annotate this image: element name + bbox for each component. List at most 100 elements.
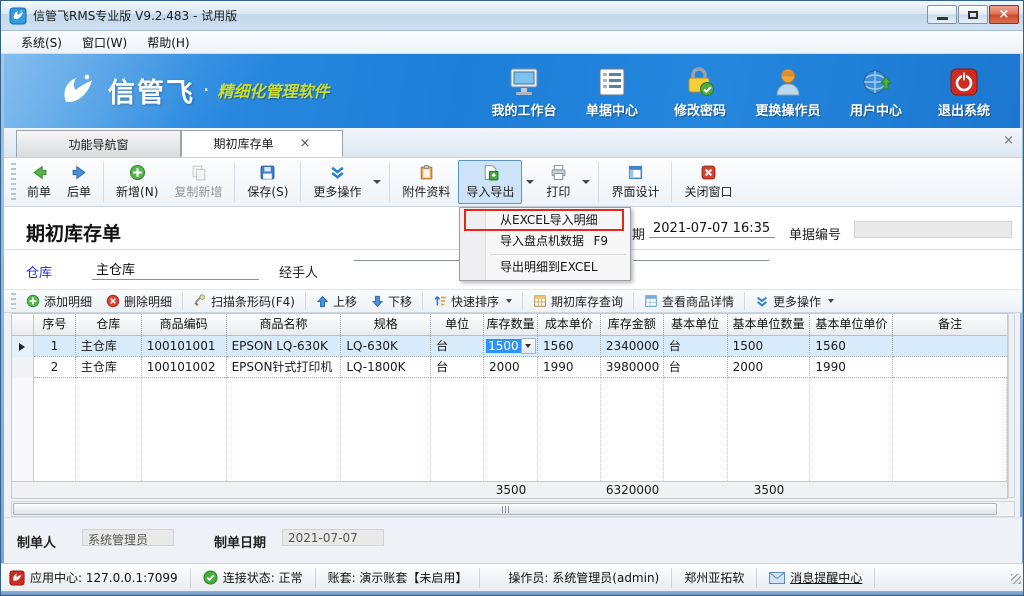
table-row[interactable]: 1 主仓库 100101001 EPSON LQ-630K LQ-630K 台 …	[12, 336, 1007, 357]
tab-navigation[interactable]: 功能导航窗	[16, 130, 181, 157]
shortcut-key: F9	[593, 231, 620, 252]
detail-toolbar: 添加明细 删除明细 扫描条形码(F4) 上移 下移 快速排序 期初库存	[4, 289, 1022, 313]
toolbar-grip	[11, 163, 16, 201]
user-center-button[interactable]: 用户中心	[832, 60, 920, 122]
move-down-button[interactable]: 下移	[364, 292, 419, 311]
import-export-button[interactable]: 导入导出	[458, 160, 522, 204]
maker-label: 制单人	[17, 532, 56, 551]
col-header-unit[interactable]: 单位	[431, 314, 484, 335]
qty-dropdown-button[interactable]	[521, 338, 536, 354]
col-header-remark[interactable]: 备注	[893, 314, 1007, 335]
print-caret[interactable]	[582, 180, 590, 184]
opening-inventory-query-button[interactable]: 期初库存查询	[526, 292, 630, 311]
tab-opening-inventory[interactable]: 期初库存单 ×	[181, 130, 343, 157]
close-button[interactable]: ×	[989, 5, 1019, 24]
pane-close-icon[interactable]: ×	[1003, 133, 1014, 148]
scan-barcode-button[interactable]: 扫描条形码(F4)	[186, 292, 302, 311]
menu-window[interactable]: 窗口(W)	[72, 32, 137, 53]
scrollbar-thumb[interactable]	[13, 503, 997, 515]
menu-help[interactable]: 帮助(H)	[137, 32, 199, 53]
menu-system[interactable]: 系统(S)	[11, 32, 72, 53]
total-qty: 3500	[484, 482, 538, 498]
add-detail-icon	[26, 294, 40, 308]
col-header-amount[interactable]: 库存金额	[601, 314, 664, 335]
table-row[interactable]: 2 主仓库 100101002 EPSON针式打印机 LQ-1800K 台 20…	[12, 357, 1007, 378]
col-header-base-price[interactable]: 基本单位单价	[810, 314, 893, 335]
logo-text: 信管飞	[108, 71, 195, 110]
qty-editor-cell[interactable]: 1500	[484, 336, 538, 357]
bill-footer: 制单人 系统管理员 制单日期 2021-07-07	[4, 517, 1022, 563]
next-bill-button[interactable]: 后单	[59, 160, 99, 204]
document-center-button[interactable]: 单据中心	[568, 60, 656, 122]
workbench-button[interactable]: 我的工作台	[480, 60, 568, 122]
quick-sort-button[interactable]: 快速排序	[426, 292, 519, 311]
col-header-spec[interactable]: 规格	[341, 314, 431, 335]
logo-icon	[56, 70, 98, 110]
prev-bill-button[interactable]: 前单	[19, 160, 59, 204]
attachment-button[interactable]: 附件资料	[394, 160, 458, 204]
menu-item-export-to-excel[interactable]: 导出明细到EXCEL	[460, 257, 630, 278]
logo-separator: ·	[203, 78, 209, 102]
import-export-menu: 从EXCEL导入明细 导入盘点机数据 F9 导出明细到EXCEL	[459, 207, 631, 281]
view-product-detail-button[interactable]: 查看商品详情	[637, 292, 741, 311]
detail-more-caret	[828, 299, 834, 303]
menu-bar: 系统(S) 窗口(W) 帮助(H)	[1, 31, 1024, 54]
window-border-bottom	[1, 591, 1024, 596]
ui-design-button[interactable]: 界面设计	[603, 160, 667, 204]
exit-system-button[interactable]: 退出系统	[920, 60, 1008, 122]
save-button[interactable]: 保存(S)	[239, 160, 296, 204]
message-center-link[interactable]: 消息提醒中心	[790, 569, 862, 586]
close-window-button[interactable]: 关闭窗口	[676, 160, 740, 204]
col-header-code[interactable]: 商品编码	[142, 314, 227, 335]
billno-label: 单据编号	[789, 224, 841, 243]
delete-detail-icon	[106, 294, 120, 308]
bill-title: 期初库存单	[26, 219, 121, 246]
banner-actions: 我的工作台 单据中心 修改密码 更换操作员 用户中心 退出系统	[480, 60, 1008, 122]
delete-detail-button[interactable]: 删除明细	[99, 292, 179, 311]
row-indicator	[12, 357, 34, 378]
detail-more-operations-button[interactable]: 更多操作	[748, 292, 841, 311]
product-table-icon	[644, 294, 658, 308]
billno-field[interactable]	[854, 221, 1012, 238]
arrow-up-icon	[316, 295, 329, 308]
tab-bar: 功能导航窗 期初库存单 × ×	[4, 128, 1022, 158]
import-export-caret[interactable]	[526, 180, 534, 184]
col-header-base-qty[interactable]: 基本单位数量	[728, 314, 811, 335]
title-bar: 信管飞RMS专业版 V9.2.483 - 试用版 ×	[1, 1, 1024, 31]
move-up-button[interactable]: 上移	[309, 292, 364, 311]
logo-slogan: 精细化管理软件	[217, 78, 329, 102]
add-detail-button[interactable]: 添加明细	[19, 292, 99, 311]
app-window: 信管飞RMS专业版 V9.2.483 - 试用版 × 系统(S) 窗口(W) 帮…	[0, 0, 1024, 596]
horizontal-scrollbar[interactable]	[11, 501, 1015, 517]
row-arrow-icon	[19, 343, 25, 351]
menu-item-import-scanner-data[interactable]: 导入盘点机数据 F9	[460, 231, 630, 252]
col-header-price[interactable]: 成本单价	[538, 314, 601, 335]
warehouse-field[interactable]: 主仓库	[92, 259, 259, 280]
more-operations-button[interactable]: 更多操作	[305, 160, 369, 204]
col-header-base-unit[interactable]: 基本单位	[664, 314, 728, 335]
menu-separator	[490, 254, 626, 255]
double-chevron-down-icon	[329, 164, 346, 181]
current-row-indicator	[12, 336, 34, 357]
add-new-button[interactable]: 新增(N)	[108, 160, 166, 204]
print-button[interactable]: 打印	[538, 160, 578, 204]
switch-operator-button[interactable]: 更换操作员	[744, 60, 832, 122]
operator-panel: 操作员: 系统管理员(admin)	[496, 568, 672, 588]
vertical-scrollbar[interactable]	[1008, 313, 1015, 498]
message-center-panel[interactable]: 消息提醒中心	[757, 568, 875, 588]
col-header-no[interactable]: 序号	[34, 314, 76, 335]
col-header-qty[interactable]: 库存数量	[484, 314, 538, 335]
resize-grip[interactable]	[1011, 574, 1021, 584]
extra-field[interactable]	[633, 259, 769, 261]
col-header-warehouse[interactable]: 仓库	[76, 314, 142, 335]
tab-close-icon[interactable]: ×	[300, 136, 311, 151]
arrow-down-icon	[371, 295, 384, 308]
change-password-button[interactable]: 修改密码	[656, 60, 744, 122]
restore-button[interactable]	[958, 5, 988, 24]
col-header-name[interactable]: 商品名称	[227, 314, 342, 335]
bill-date-field[interactable]: 2021-07-07 16:35	[649, 221, 775, 238]
maker-field: 系统管理员	[82, 529, 174, 546]
more-operations-caret[interactable]	[373, 180, 381, 184]
quick-sort-caret	[506, 299, 512, 303]
minimize-button[interactable]	[927, 5, 957, 24]
